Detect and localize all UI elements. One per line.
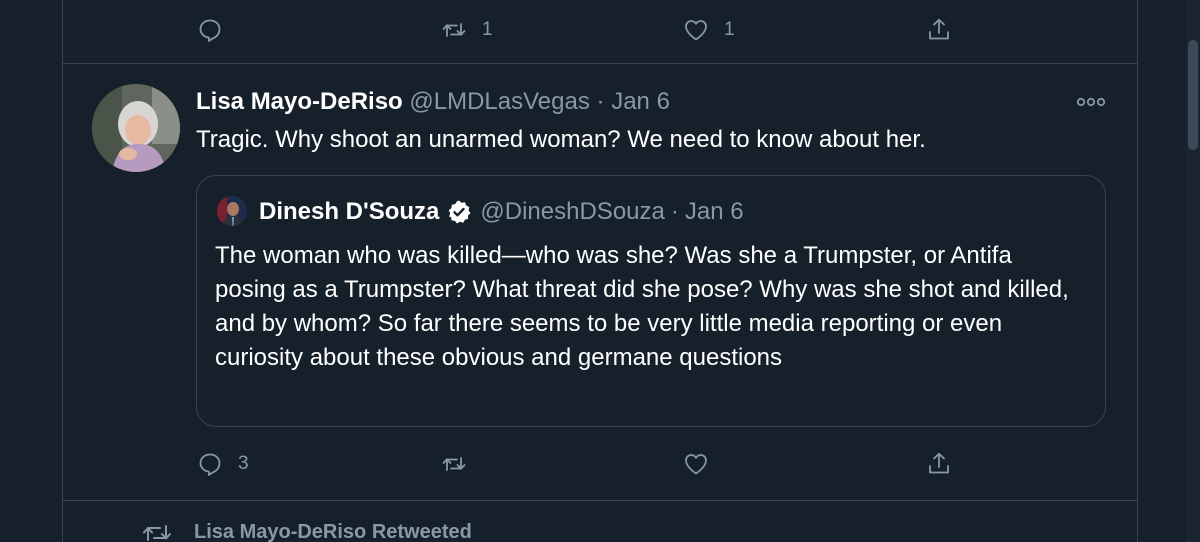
timeline-right-border xyxy=(1137,0,1138,542)
retweet-icon xyxy=(442,457,466,471)
scrollbar-thumb[interactable] xyxy=(1188,40,1198,150)
retweeted-banner[interactable]: Lisa Mayo-DeRiso Retweeted xyxy=(140,518,472,542)
quote-text: The woman who was killed—who was she? Wa… xyxy=(215,242,1069,371)
author-name[interactable]: Lisa Mayo-DeRiso xyxy=(196,88,403,115)
share-button[interactable] xyxy=(925,16,953,44)
timeline: 1 1 Lisa Mayo-DeRiso @LMDLasVegas · Jan … xyxy=(0,0,1200,542)
quote-date[interactable]: Jan 6 xyxy=(685,196,744,228)
tweet-text: Tragic. Why shoot an unarmed woman? We n… xyxy=(196,126,926,153)
tweet-actions: 3 xyxy=(0,450,1137,480)
retweeted-banner-text: Lisa Mayo-DeRiso Retweeted xyxy=(194,520,472,542)
quote-header: Dinesh D'Souza @DineshDSouza · Jan 6 xyxy=(259,196,744,228)
heart-icon xyxy=(685,20,707,41)
share-icon xyxy=(929,452,949,474)
like-button[interactable]: 1 xyxy=(682,16,735,44)
quote-avatar[interactable] xyxy=(217,196,247,226)
quote-header-separator: · xyxy=(670,198,679,225)
avatar[interactable] xyxy=(92,84,180,172)
retweet-count: 1 xyxy=(482,19,493,40)
verified-badge-icon xyxy=(449,200,471,224)
quoted-tweet[interactable]: Dinesh D'Souza @DineshDSouza · Jan 6 The… xyxy=(196,175,1106,427)
quote-author-name[interactable]: Dinesh D'Souza xyxy=(259,196,439,228)
heart-icon xyxy=(685,454,707,475)
reply-icon xyxy=(199,19,221,42)
reply-button[interactable] xyxy=(196,16,238,44)
share-button[interactable] xyxy=(925,450,953,478)
quote-avatar-photo xyxy=(217,196,247,226)
share-icon xyxy=(929,18,949,40)
reply-button[interactable]: 3 xyxy=(196,450,249,478)
header-separator: · xyxy=(596,88,605,115)
tweet-header: Lisa Mayo-DeRiso @LMDLasVegas · Jan 6 xyxy=(196,86,670,118)
retweet-button[interactable]: 1 xyxy=(440,16,493,44)
more-horizontal-icon[interactable] xyxy=(1075,92,1107,112)
tweet-divider xyxy=(62,500,1137,501)
like-count: 1 xyxy=(724,19,735,40)
avatar-photo xyxy=(92,84,180,172)
like-button[interactable] xyxy=(682,450,724,478)
previous-tweet-actions: 1 1 xyxy=(0,16,1137,46)
tweet-divider xyxy=(62,63,1137,64)
reply-icon xyxy=(199,453,221,476)
author-handle[interactable]: @LMDLasVegas xyxy=(409,88,589,115)
tweet-date[interactable]: Jan 6 xyxy=(611,88,670,115)
retweet-button[interactable] xyxy=(440,450,482,478)
reply-count: 3 xyxy=(238,453,249,474)
retweet-icon xyxy=(442,23,466,37)
quote-author-handle[interactable]: @DineshDSouza xyxy=(480,196,664,228)
retweet-icon xyxy=(143,525,171,541)
